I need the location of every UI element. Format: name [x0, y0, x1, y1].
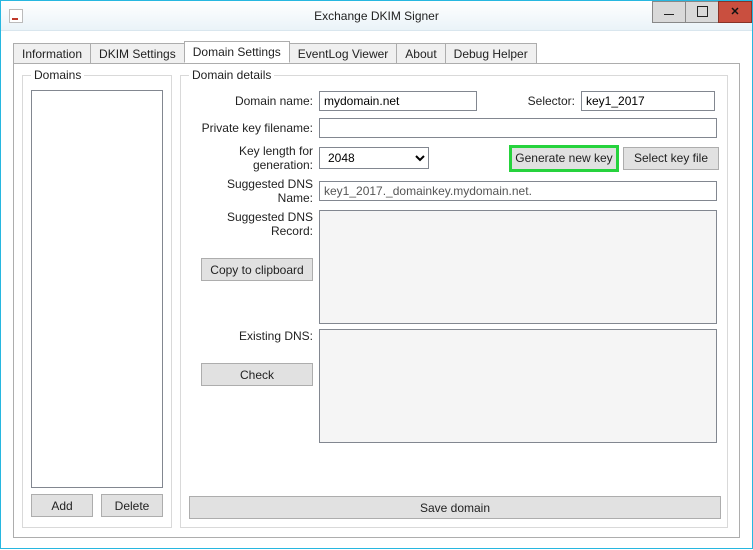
domain-name-input[interactable]: [319, 91, 477, 111]
button-label: Copy to clipboard: [210, 263, 303, 277]
tab-information[interactable]: Information: [13, 43, 91, 64]
tab-content: Domains Add Delete Domain details Domain…: [13, 63, 740, 538]
window-title: Exchange DKIM Signer: [1, 9, 752, 23]
titlebar: Exchange DKIM Signer: [1, 1, 752, 31]
generate-key-button[interactable]: Generate new key: [511, 147, 617, 170]
dns-name-label: Suggested DNS Name:: [189, 177, 319, 205]
button-label: Select key file: [634, 151, 708, 165]
delete-domain-button[interactable]: Delete: [101, 494, 163, 517]
button-label: Check: [240, 368, 274, 382]
private-key-label: Private key filename:: [189, 121, 319, 135]
client-area: Information DKIM Settings Domain Setting…: [1, 31, 752, 550]
private-key-field: [319, 118, 717, 138]
tab-label: About: [405, 47, 436, 61]
domains-listbox[interactable]: [31, 90, 163, 488]
dns-record-label: Suggested DNS Record:: [189, 210, 313, 238]
maximize-button[interactable]: [685, 1, 719, 23]
tab-about[interactable]: About: [396, 43, 445, 64]
domains-legend: Domains: [31, 68, 84, 82]
tab-label: Domain Settings: [193, 45, 281, 59]
details-legend: Domain details: [189, 68, 274, 82]
key-length-label: Key length for generation:: [189, 144, 319, 172]
domain-details-group: Domain details Domain name: Selector: Pr…: [180, 68, 728, 528]
tab-label: EventLog Viewer: [298, 47, 389, 61]
dns-name-field: [319, 181, 717, 201]
key-length-select[interactable]: 2048: [319, 147, 429, 169]
window-controls: [653, 1, 752, 23]
tab-label: Information: [22, 47, 82, 61]
tab-label: DKIM Settings: [99, 47, 176, 61]
tab-dkim-settings[interactable]: DKIM Settings: [90, 43, 185, 64]
tab-strip: Information DKIM Settings Domain Setting…: [13, 41, 740, 63]
button-label: Generate new key: [515, 151, 612, 165]
minimize-button[interactable]: [652, 1, 686, 23]
selector-input[interactable]: [581, 91, 715, 111]
check-button[interactable]: Check: [201, 363, 313, 386]
selector-label: Selector:: [477, 94, 581, 108]
domain-name-label: Domain name:: [189, 94, 319, 108]
app-icon: [9, 9, 23, 23]
button-label: Delete: [115, 499, 150, 513]
button-label: Save domain: [420, 501, 490, 515]
tab-debug-helper[interactable]: Debug Helper: [445, 43, 537, 64]
save-domain-button[interactable]: Save domain: [189, 496, 721, 519]
domains-group: Domains Add Delete: [22, 68, 172, 528]
tab-eventlog-viewer[interactable]: EventLog Viewer: [289, 43, 398, 64]
tab-label: Debug Helper: [454, 47, 528, 61]
add-domain-button[interactable]: Add: [31, 494, 93, 517]
button-label: Add: [51, 499, 72, 513]
tab-domain-settings[interactable]: Domain Settings: [184, 41, 290, 63]
existing-dns-label: Existing DNS:: [239, 329, 313, 343]
dns-record-textarea[interactable]: [319, 210, 717, 324]
select-key-file-button[interactable]: Select key file: [623, 147, 719, 170]
copy-clipboard-button[interactable]: Copy to clipboard: [201, 258, 313, 281]
existing-dns-textarea[interactable]: [319, 329, 717, 443]
close-button[interactable]: [718, 1, 752, 23]
